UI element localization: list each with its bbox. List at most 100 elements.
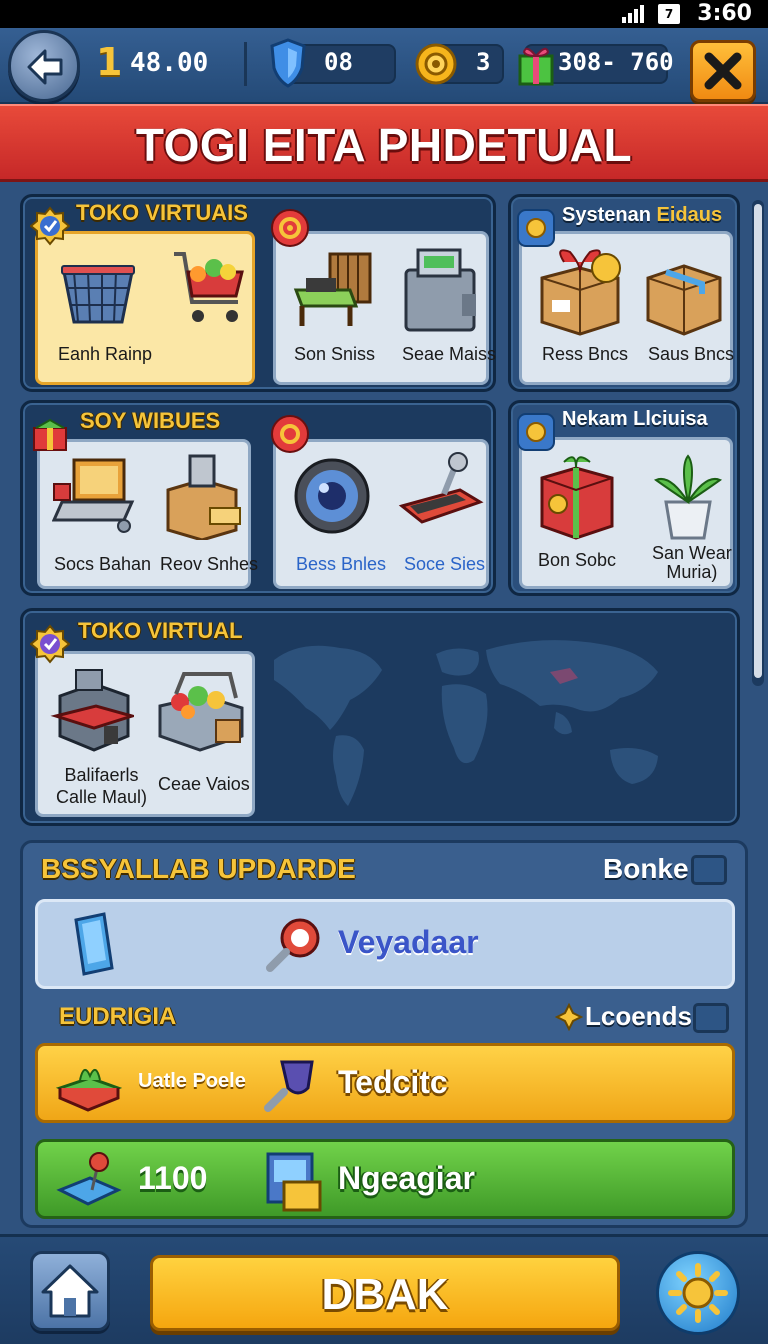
clock: 3:60 (697, 1, 752, 26)
ngeagiar-row[interactable]: 1100 Ngeagiar (35, 1139, 735, 1219)
section-title-toko-virtuais: TOKO VIRTUAIS (76, 200, 248, 225)
coin-icon (415, 43, 457, 85)
item-label: Son Sniss (294, 344, 376, 364)
close-icon (704, 52, 742, 90)
count-number: 1100 (138, 1160, 208, 1196)
coins-value: 48.00 (130, 48, 209, 78)
item-label: Soce Sies (404, 554, 486, 574)
veyadaar-row[interactable]: Veyadaar (35, 899, 735, 989)
plant-icon (653, 454, 723, 540)
map-pin-icon (56, 1152, 122, 1206)
supplies-icon (166, 454, 241, 540)
status-bar: 7 3:60 (0, 0, 768, 28)
item-card-desk[interactable]: Son Sniss Seae Maiss (273, 231, 496, 385)
item-label: Ress Bncs (542, 344, 629, 364)
item-label-multiline: Balifaerls Calle Maul) (56, 764, 147, 808)
item-card-boxes[interactable]: Ress Bncs Saus Bncs (519, 231, 735, 385)
item-card-plant[interactable]: Bon Sobc San Wear Muria) (519, 437, 733, 589)
scrollbar-thumb[interactable] (754, 204, 762, 678)
battery-icon: 7 (658, 4, 680, 24)
shield-value: 08 (324, 48, 353, 76)
back-button[interactable] (8, 30, 80, 102)
update-panel: BSSYALLAB UPDARDE Bonke Veyadaar EUDRIGI… (20, 840, 748, 1228)
update-panel-title: BSSYALLAB UPDARDE (41, 853, 356, 884)
item-card-shop[interactable]: Balifaerls Calle Maul) Ceae Vaios (35, 651, 255, 817)
package-icon (646, 264, 722, 336)
desk-icon (293, 252, 372, 326)
eudrigia-title: EUDRIGIA (59, 1003, 177, 1030)
lens-icon (294, 458, 370, 534)
bonke-label: Bonke (603, 853, 689, 884)
section-title-soy-wibues: SOY WIBUES (80, 408, 221, 433)
tedcitc-text: Tedcitc (338, 1064, 448, 1100)
item-label: Seae Maiss (402, 344, 497, 364)
item-card-laptop[interactable]: Socs Bahan Reov Snhes (37, 439, 258, 589)
signal-icon (622, 5, 644, 23)
level-number: 1 (96, 40, 123, 84)
laptop-icon (52, 458, 135, 533)
title-banner: TOGI EITA PHDETUAL (0, 104, 768, 182)
sun-badge-icon (517, 413, 555, 451)
gift-value: 308- 760 (558, 48, 674, 76)
item-label: San Wear (652, 543, 732, 563)
token-value: 3 (476, 48, 491, 76)
gear-badge-icon (271, 209, 309, 247)
tedcitc-row[interactable]: Uatle Poele Tedcitc (35, 1043, 735, 1123)
page-title: TOGI EITA PHDETUAL (135, 119, 633, 171)
veyadaar-text: Veyadaar (338, 924, 479, 960)
bonke-checkbox[interactable] (691, 855, 727, 885)
sun-button[interactable] (656, 1251, 740, 1335)
shield-icon (270, 38, 306, 88)
section-title-systenan-gold: Eidaus (656, 204, 723, 226)
bottom-bar: DBAK (0, 1234, 768, 1344)
top-resource-bar: 1 48.00 08 3 308- 760 (0, 28, 768, 104)
item-label: Ceae Vaios (158, 774, 250, 794)
item-label: Muria) (666, 562, 718, 582)
sun-badge-icon (517, 209, 555, 247)
section-title-systenan-white: Systenan (562, 204, 651, 226)
keyboard-lever-icon (398, 452, 484, 524)
item-label: Bon Sobc (538, 550, 617, 570)
sun-icon (668, 1263, 728, 1323)
home-button[interactable] (30, 1251, 110, 1331)
close-button[interactable] (690, 40, 756, 102)
star-icon (555, 1003, 583, 1031)
dbak-button[interactable]: DBAK (150, 1255, 620, 1331)
shop-building-icon (50, 669, 134, 752)
lcoends-label: Lcoends (585, 1001, 692, 1031)
present-icon (540, 456, 614, 540)
scrollbar[interactable] (752, 200, 764, 686)
gift-box-icon (540, 249, 621, 336)
section-title-nekam: Nekam Llciuisa (562, 408, 708, 430)
world-map-image (274, 640, 658, 806)
item-label: Reov Snhes (160, 554, 259, 574)
verified-badge-icon (30, 624, 70, 664)
lcoends-checkbox[interactable] (693, 1003, 729, 1033)
item-card-basket[interactable]: Eanh Rainp (35, 231, 255, 385)
section-title-systenan: Systenan Eidaus (562, 204, 722, 227)
back-arrow-icon (27, 49, 63, 85)
item-card-camera[interactable]: Bess Bnles Soce Sies (273, 439, 489, 589)
shopping-cart-icon (174, 252, 244, 322)
item-label: Socs Bahan (54, 554, 152, 574)
search-icon (264, 1060, 314, 1112)
phone-icon (74, 912, 114, 976)
produce-crate-icon (158, 672, 244, 752)
dbak-button-label: DBAK (321, 1270, 449, 1319)
crate-icon (266, 1152, 322, 1212)
gift-icon (518, 47, 554, 86)
machine-icon (404, 248, 476, 332)
gift-badge-icon (33, 418, 67, 451)
item-label: Saus Bncs (648, 344, 735, 364)
divider (244, 42, 247, 86)
ngeagiar-text: Ngeagiar (338, 1160, 475, 1196)
item-label: Calle Maul) (56, 787, 148, 807)
book-stack-icon (56, 1069, 122, 1112)
home-icon (41, 1264, 99, 1318)
item-label: Eanh Rainp (58, 344, 153, 364)
item-label: Bess Bnles (296, 554, 387, 574)
target-badge-icon (271, 415, 309, 453)
verified-badge-icon (30, 206, 70, 246)
item-label-multiline: San Wear Muria) (652, 544, 732, 582)
uatle-poele-text: Uatle Poele (138, 1070, 246, 1092)
